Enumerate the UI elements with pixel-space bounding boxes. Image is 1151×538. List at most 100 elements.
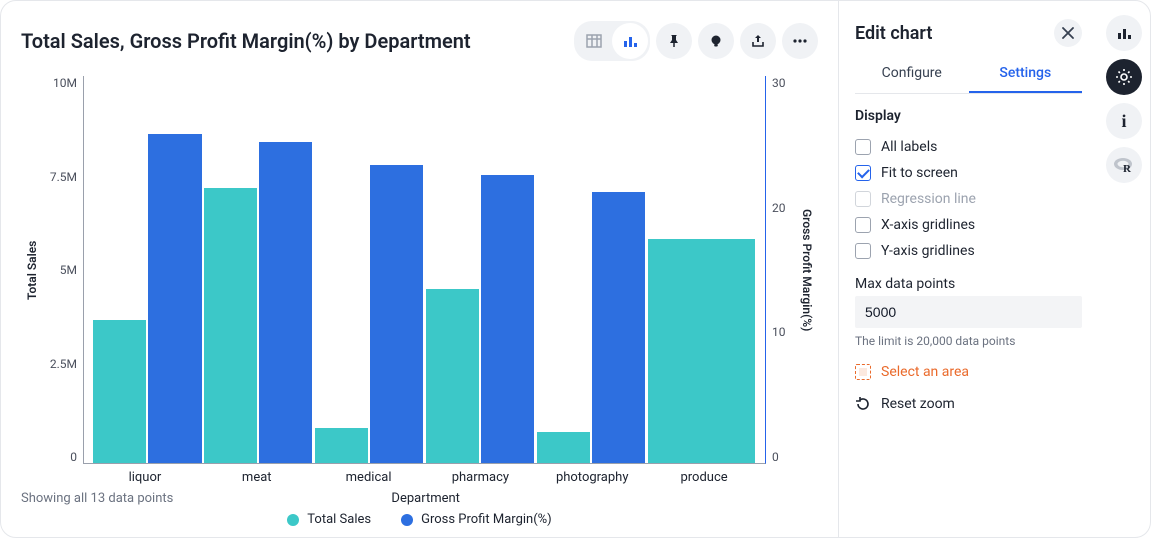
plot-area[interactable] — [83, 76, 766, 464]
max-points-label: Max data points — [855, 276, 1082, 292]
bar-chart-icon — [621, 32, 639, 50]
rail-r-button[interactable]: R — [1106, 147, 1142, 183]
table-icon — [585, 32, 603, 50]
select-area-icon — [855, 364, 871, 380]
rail-chart-button[interactable] — [1106, 15, 1142, 51]
gear-icon — [1115, 68, 1133, 86]
bar-group-pharmacy — [424, 76, 535, 463]
checkbox-icon — [855, 217, 871, 233]
rail-settings-button[interactable] — [1106, 59, 1142, 95]
x-category: photography — [536, 470, 648, 485]
bar-total-sales[interactable] — [204, 188, 257, 463]
legend-label: Gross Profit Margin(%) — [421, 512, 552, 527]
y-tick: 0 — [70, 450, 77, 464]
bar-total-sales[interactable] — [537, 432, 590, 463]
legend-swatch-icon — [401, 514, 413, 526]
y-axis-right-ticks: 30 20 10 0 — [766, 76, 796, 464]
checkbox-label: All labels — [881, 139, 937, 155]
reset-zoom-icon — [855, 396, 871, 412]
edit-header: Edit chart — [855, 19, 1082, 47]
chart-view-button[interactable] — [612, 23, 648, 59]
checkbox-all-labels[interactable]: All labels — [855, 134, 1082, 160]
bar-total-sales[interactable] — [93, 320, 146, 463]
legend: Total Sales Gross Profit Margin(%) — [21, 512, 818, 527]
legend-swatch-icon — [287, 514, 299, 526]
rail-info-button[interactable]: i — [1106, 103, 1142, 139]
bar-gross-margin[interactable] — [481, 175, 534, 463]
bar-total-sales[interactable] — [426, 289, 479, 463]
bar-group-liquor — [92, 76, 203, 463]
checkbox-icon — [855, 139, 871, 155]
bar-chart-icon — [1115, 24, 1133, 42]
bar-gross-margin[interactable] — [148, 134, 201, 463]
x-category: medical — [313, 470, 425, 485]
legend-label: Total Sales — [307, 512, 371, 527]
y-tick: 10 — [772, 325, 786, 339]
bar-gross-margin[interactable] — [370, 165, 423, 463]
bar-gross-margin[interactable] — [259, 142, 312, 463]
max-points-help: The limit is 20,000 data points — [855, 334, 1082, 348]
more-button[interactable] — [782, 23, 818, 59]
checkbox-label: X-axis gridlines — [881, 217, 975, 233]
legend-item-sales[interactable]: Total Sales — [287, 512, 371, 527]
x-category: produce — [648, 470, 760, 485]
x-axis-categories: liquor meat medical pharmacy photography… — [81, 464, 768, 485]
bar-gross-margin[interactable] — [592, 192, 645, 463]
section-display-title: Display — [855, 108, 1082, 124]
checkbox-icon — [855, 243, 871, 259]
bar-total-sales[interactable] — [648, 239, 754, 463]
r-logo-icon: R — [1113, 156, 1135, 174]
checkbox-fit-to-screen[interactable]: Fit to screen — [855, 160, 1082, 186]
y-tick: 0 — [772, 450, 779, 464]
tab-settings[interactable]: Settings — [969, 57, 1083, 93]
y-axis-left-ticks: 10M 7.5M 5M 2.5M 0 — [43, 76, 83, 464]
bulb-icon — [708, 33, 724, 49]
edit-tabs: Configure Settings — [855, 57, 1082, 94]
edit-title: Edit chart — [855, 23, 932, 44]
checkbox-y-gridlines[interactable]: Y-axis gridlines — [855, 238, 1082, 264]
y-tick: 20 — [772, 201, 786, 215]
bar-total-sales[interactable] — [315, 428, 368, 463]
chart-toolbar — [574, 21, 818, 61]
x-category: liquor — [89, 470, 201, 485]
close-button[interactable] — [1054, 19, 1082, 47]
chart-header: Total Sales, Gross Profit Margin(%) by D… — [21, 21, 818, 61]
app-frame: Total Sales, Gross Profit Margin(%) by D… — [0, 0, 1151, 538]
x-axis-label: Department — [173, 491, 678, 506]
bar-group-produce — [646, 76, 757, 463]
checkbox-x-gridlines[interactable]: X-axis gridlines — [855, 212, 1082, 238]
x-category: meat — [201, 470, 313, 485]
tab-configure[interactable]: Configure — [855, 57, 969, 93]
info-icon: i — [1121, 111, 1126, 132]
checkbox-icon — [855, 191, 871, 207]
pin-button[interactable] — [656, 23, 692, 59]
y-axis-right-label: Gross Profit Margin(%) — [796, 76, 818, 464]
action-label: Reset zoom — [881, 396, 955, 412]
share-icon — [750, 33, 766, 49]
y-tick: 7.5M — [50, 170, 77, 184]
y-tick: 10M — [53, 76, 77, 90]
datapoints-note: Showing all 13 data points — [21, 491, 173, 506]
reset-zoom-button[interactable]: Reset zoom — [855, 396, 1082, 412]
svg-text:R: R — [1123, 163, 1132, 174]
chart-pane: Total Sales, Gross Profit Margin(%) by D… — [1, 1, 838, 537]
share-button[interactable] — [740, 23, 776, 59]
max-points-input[interactable] — [855, 296, 1082, 328]
insight-button[interactable] — [698, 23, 734, 59]
chart-body: Total Sales 10M 7.5M 5M 2.5M 0 — [21, 76, 818, 464]
action-label: Select an area — [881, 364, 969, 380]
select-area-button[interactable]: Select an area — [855, 364, 1082, 380]
bar-group-photography — [535, 76, 646, 463]
y-axis-left-label: Total Sales — [21, 76, 43, 464]
edit-panel: Edit chart Configure Settings Display Al… — [838, 1, 1098, 537]
checkbox-label: Regression line — [881, 191, 976, 207]
bar-group-medical — [314, 76, 425, 463]
y-tick: 30 — [772, 76, 786, 90]
y-tick: 2.5M — [50, 357, 77, 371]
checkbox-icon — [855, 165, 871, 181]
chart-footer: Showing all 13 data points Department — [21, 491, 818, 506]
legend-item-margin[interactable]: Gross Profit Margin(%) — [401, 512, 552, 527]
table-view-button[interactable] — [576, 23, 612, 59]
y-tick: 5M — [60, 263, 77, 277]
checkbox-label: Fit to screen — [881, 165, 958, 181]
